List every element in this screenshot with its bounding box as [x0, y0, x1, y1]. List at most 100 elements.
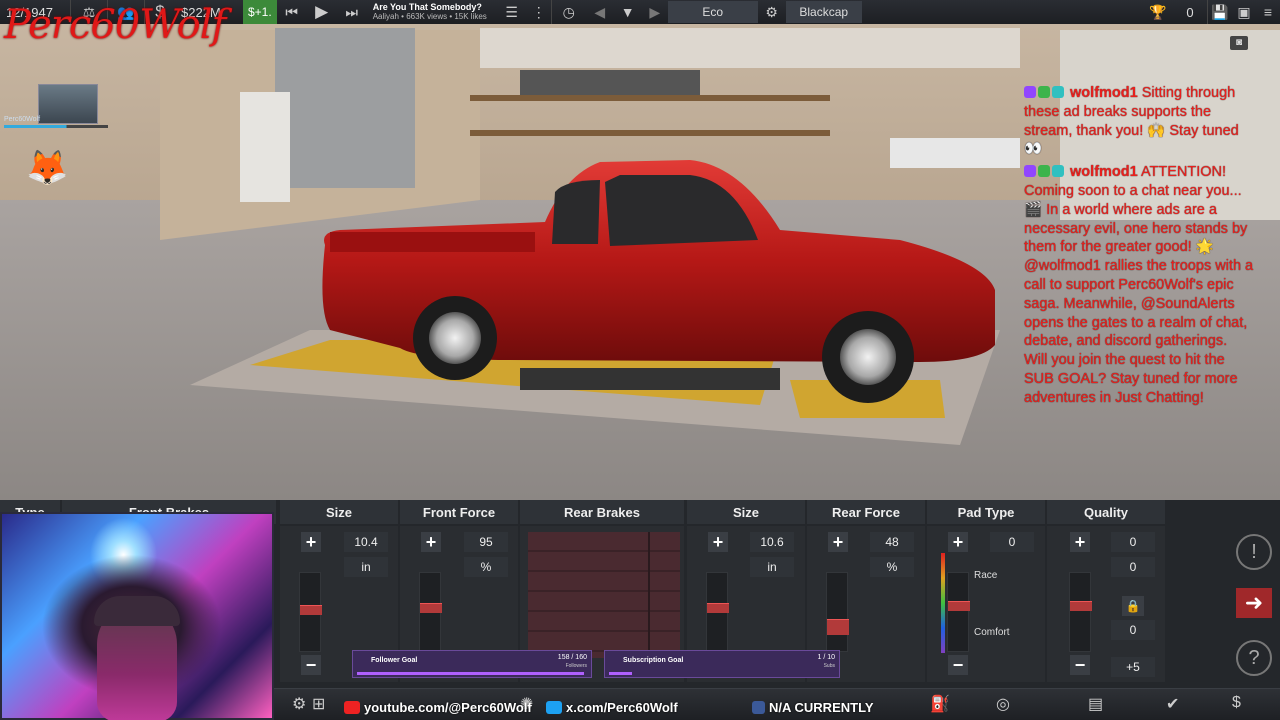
- front-force-increase-button[interactable]: +: [421, 532, 441, 552]
- subscription-goal: Subscription Goal 1 / 10 Subs: [604, 650, 840, 678]
- trophy-icon[interactable]: 🏆: [1143, 0, 1173, 24]
- quality-slider[interactable]: [1069, 572, 1092, 652]
- pad-type-slider[interactable]: [947, 572, 970, 652]
- quality-slider-thumb[interactable]: [1070, 601, 1092, 611]
- front-force-unit: %: [464, 557, 508, 577]
- pad-type-value: 0: [990, 532, 1034, 552]
- front-size-unit: in: [344, 557, 388, 577]
- cost-tab-icon[interactable]: $: [1232, 694, 1241, 712]
- follower-goal-title: Follower Goal: [371, 657, 418, 664]
- rear-force-value: 48: [870, 532, 914, 552]
- fuel-tab-icon[interactable]: ⛽: [930, 694, 950, 714]
- front-force-slider[interactable]: [419, 572, 442, 652]
- quality-value-2: 0: [1111, 557, 1155, 577]
- mini-card-name: Perc60Wolf: [4, 116, 41, 123]
- quality-increase-button[interactable]: +: [1070, 532, 1090, 552]
- list-icon[interactable]: ☰: [497, 0, 527, 24]
- test-tab-icon[interactable]: ◎: [996, 694, 1010, 714]
- rear-force-slider[interactable]: [826, 572, 849, 652]
- quality-value-1: 0: [1111, 532, 1155, 552]
- forward-icon[interactable]: ▶: [642, 0, 668, 24]
- mode-eco-button[interactable]: Eco: [667, 1, 758, 23]
- rear-size-unit: in: [750, 557, 794, 577]
- rear-size-increase-button[interactable]: +: [708, 532, 728, 552]
- money-delta-badge: $+1.: [243, 0, 277, 24]
- play-icon[interactable]: ▶: [307, 0, 337, 24]
- badge-icon: [1024, 86, 1036, 98]
- chat-user: wolfmod1: [1070, 164, 1138, 181]
- follower-goal-bar: [357, 672, 584, 675]
- twitter-text: x.com/Perc60Wolf: [566, 700, 678, 715]
- now-playing-title: Are You That Somebody?: [372, 2, 482, 12]
- facebook-link: N/A CURRENTLY: [752, 700, 874, 715]
- rear-force-slider-thumb[interactable]: [827, 619, 849, 635]
- rear-size-value: 10.6: [750, 532, 794, 552]
- help-icon[interactable]: ?: [1236, 640, 1272, 676]
- confirm-tab-icon[interactable]: ✔: [1166, 694, 1179, 714]
- tune-icon[interactable]: ⚙: [758, 0, 786, 24]
- camera-icon[interactable]: ◙: [1230, 36, 1248, 50]
- header-rear-force: Rear Force: [807, 500, 925, 524]
- header-rear-size: Size: [687, 500, 805, 524]
- save-icon[interactable]: 💾: [1208, 0, 1232, 24]
- follower-goal: Follower Goal 158 / 160 Followers: [352, 650, 592, 678]
- rear-size-slider-thumb[interactable]: [707, 603, 729, 613]
- front-size-increase-button[interactable]: +: [301, 532, 321, 552]
- front-force-slider-thumb[interactable]: [420, 603, 442, 613]
- pad-type-comfort-label: Comfort: [974, 627, 1010, 638]
- facebook-icon: [752, 701, 765, 714]
- prev-track-icon[interactable]: ⏮: [277, 0, 307, 24]
- pad-type-increase-button[interactable]: +: [948, 532, 968, 552]
- mini-card-bar: [4, 125, 108, 128]
- badge-icon: [1052, 86, 1064, 98]
- more-icon[interactable]: ⋮: [527, 0, 551, 24]
- fox-mascot-icon: 🦊: [26, 149, 69, 187]
- youtube-link: youtube.com/@Perc60Wolf: [344, 700, 532, 715]
- front-size-value: 10.4: [344, 532, 388, 552]
- subscription-goal-title: Subscription Goal: [623, 657, 684, 664]
- streamer-name-logo: Perc60Wolf: [4, 2, 226, 48]
- trophy-count: 0: [1186, 4, 1194, 20]
- header-front-force: Front Force: [400, 500, 518, 524]
- next-arrow-button[interactable]: ➜: [1236, 588, 1272, 618]
- next-track-icon[interactable]: ⏭: [337, 0, 367, 24]
- lock-icon[interactable]: 🔒: [1122, 596, 1144, 616]
- clock-icon[interactable]: ◷: [552, 0, 586, 24]
- pad-type-race-label: Race: [974, 570, 998, 581]
- chat-overlay: wolfmod1 Sitting through these ad breaks…: [1024, 84, 1254, 408]
- chat-user: wolfmod1: [1070, 85, 1138, 101]
- speed-dropdown-icon[interactable]: ▼: [614, 0, 642, 24]
- chat-text: ATTENTION! Coming soon to a chat near yo…: [1024, 164, 1254, 406]
- pad-type-decrease-button[interactable]: −: [948, 655, 968, 675]
- twitter-icon: [546, 701, 562, 714]
- now-playing-sub: Aaliyah • 663K views • 15K likes: [372, 12, 487, 21]
- youtube-icon: [344, 701, 360, 714]
- badge-icon: [1024, 165, 1036, 178]
- subscription-goal-sub: Subs: [823, 663, 835, 669]
- quality-decrease-button[interactable]: −: [1070, 655, 1090, 675]
- header-front-size: Size: [280, 500, 398, 524]
- header-quality: Quality: [1047, 500, 1165, 524]
- front-size-slider[interactable]: [299, 572, 322, 652]
- front-size-slider-thumb[interactable]: [300, 605, 322, 615]
- rear-force-increase-button[interactable]: +: [828, 532, 848, 552]
- subscription-goal-bar: [609, 672, 632, 675]
- engine-tab-icon[interactable]: ⚙: [292, 694, 306, 714]
- pad-type-slider-thumb[interactable]: [948, 601, 970, 611]
- streamer-cap: [94, 596, 180, 626]
- front-size-decrease-button[interactable]: −: [301, 655, 321, 675]
- follower-goal-value: 158 / 160: [557, 654, 587, 661]
- warning-icon[interactable]: !: [1236, 534, 1272, 570]
- rear-brakes-list[interactable]: [528, 532, 680, 658]
- rear-size-slider[interactable]: [706, 572, 729, 652]
- layout-tab-icon[interactable]: ⊞: [312, 694, 325, 714]
- webcam-feed: [0, 512, 274, 720]
- front-force-value: 95: [464, 532, 508, 552]
- pad-type-gradient: [941, 553, 945, 653]
- mode-blackcap-button[interactable]: Blackcap: [785, 1, 862, 23]
- chat-message: wolfmod1 Sitting through these ad breaks…: [1024, 84, 1254, 159]
- menu-icon[interactable]: ≡: [1256, 0, 1280, 24]
- rewind-icon[interactable]: ◀: [586, 0, 614, 24]
- sheet-tab-icon[interactable]: ▤: [1088, 694, 1103, 714]
- window-icon[interactable]: ▣: [1232, 0, 1256, 24]
